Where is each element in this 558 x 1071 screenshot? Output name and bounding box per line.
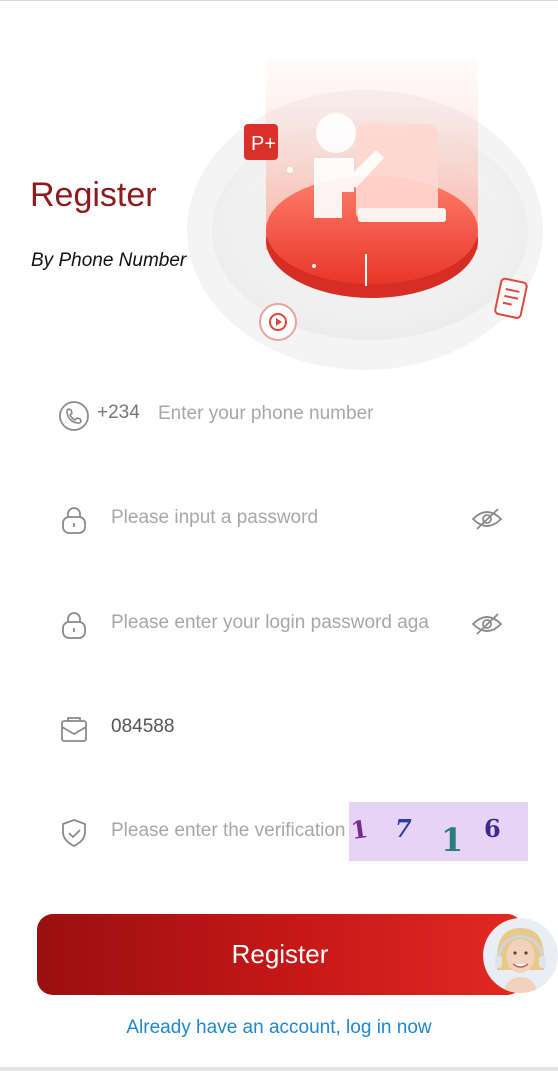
phone-input[interactable] [158, 394, 518, 434]
page-title: Register [30, 176, 157, 214]
captcha-image[interactable]: 1 7 1 6 [349, 802, 528, 861]
eye-hidden-icon[interactable] [470, 504, 504, 534]
verification-input[interactable] [111, 811, 347, 851]
bottom-divider [0, 1067, 558, 1071]
invite-code-field [0, 697, 558, 757]
phone-field: +234 [0, 384, 558, 444]
captcha-char: 7 [395, 814, 412, 843]
svg-text:P+: P+ [251, 133, 276, 155]
page-subtitle: By Phone Number [31, 250, 187, 271]
password-field [0, 488, 558, 548]
confirm-password-input[interactable] [111, 603, 461, 643]
hero-illustration: P+ [170, 40, 558, 380]
shield-check-icon [58, 817, 90, 849]
captcha-char: 6 [484, 814, 501, 843]
captcha-char: 1 [349, 813, 370, 846]
lock-icon [58, 609, 90, 641]
top-divider [0, 0, 558, 1]
login-link[interactable]: Already have an account, log in now [0, 1017, 558, 1039]
support-avatar[interactable] [483, 918, 558, 993]
eye-hidden-icon[interactable] [470, 609, 504, 639]
phone-icon [58, 400, 90, 432]
country-code: +234 [97, 402, 140, 423]
captcha-char: 1 [441, 821, 464, 859]
lock-icon [58, 504, 90, 536]
register-button[interactable]: Register [37, 914, 523, 995]
confirm-password-field [0, 593, 558, 653]
invite-code-input[interactable] [111, 707, 511, 747]
password-input[interactable] [111, 498, 461, 538]
envelope-icon [58, 713, 90, 745]
